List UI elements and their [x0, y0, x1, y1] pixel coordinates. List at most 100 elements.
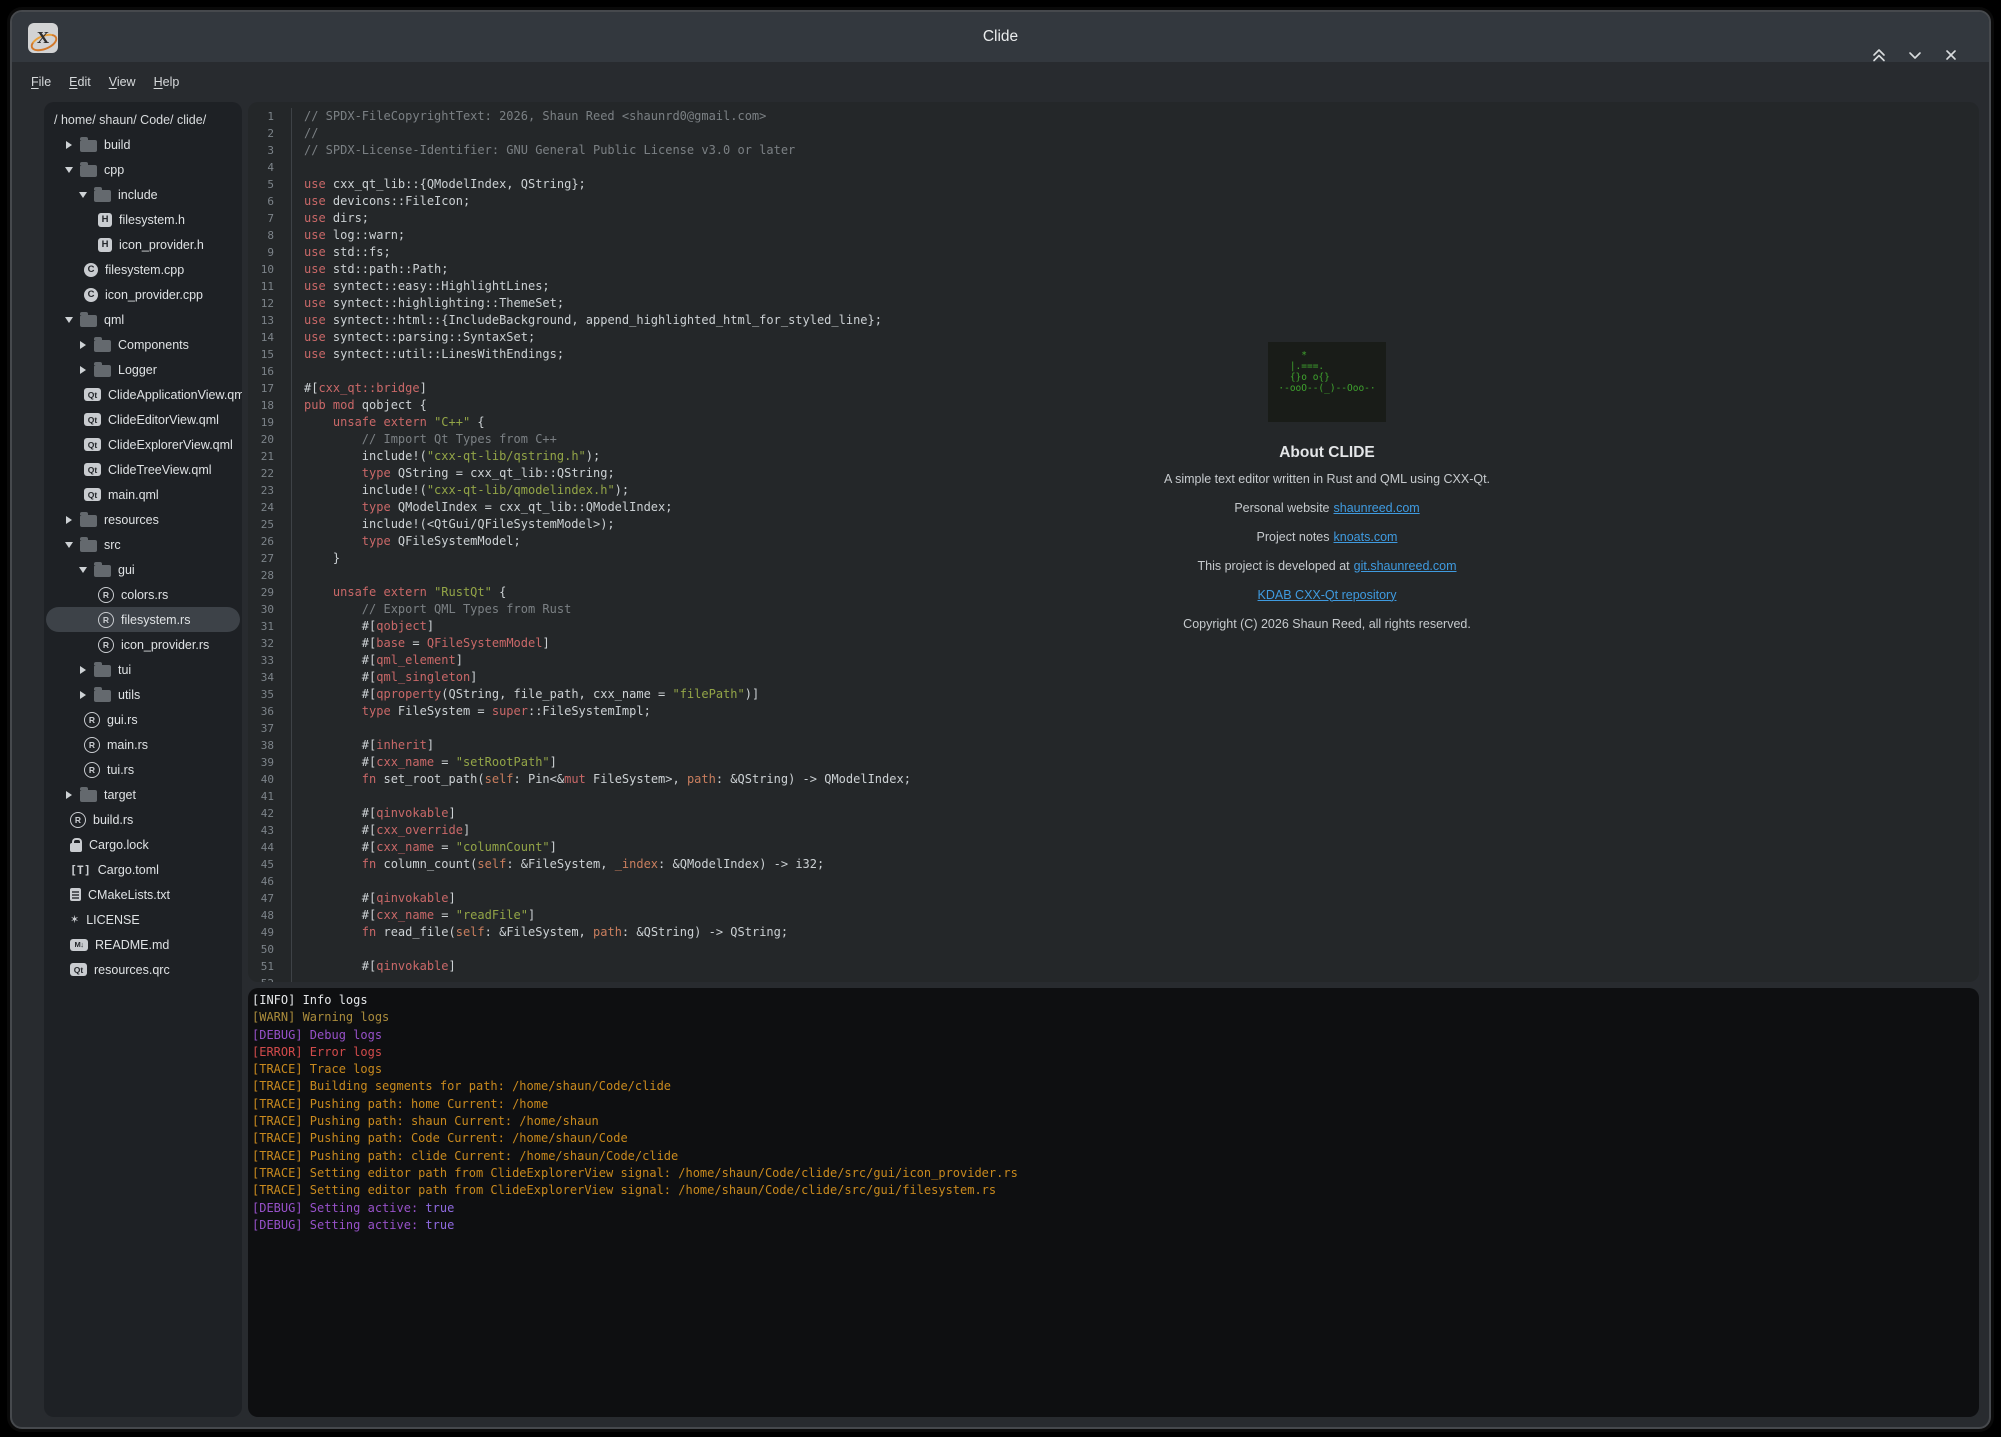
tree-item-resources[interactable]: resources — [46, 507, 240, 532]
tree-item-main-qml[interactable]: Qtmain.qml — [46, 482, 240, 507]
log-line-0: [INFO] Info logs — [252, 992, 1979, 1009]
tree-item-filesystem-cpp[interactable]: Cfilesystem.cpp — [46, 257, 240, 282]
code-line-text: #[qinvokable] — [291, 805, 1979, 822]
tree-item-qml[interactable]: qml — [46, 307, 240, 332]
menu-help[interactable]: Help — [145, 71, 189, 93]
tree-item-filesystem-h[interactable]: Hfilesystem.h — [46, 207, 240, 232]
chevron-collapsed-icon[interactable] — [62, 141, 76, 149]
code-line-22: 22 type QString = cxx_qt_lib::QString; — [248, 465, 1979, 482]
code-line-26: 26 type QFileSystemModel; — [248, 533, 1979, 550]
code-line-text — [291, 159, 1979, 176]
line-number: 4 — [248, 159, 274, 176]
chevron-expanded-icon[interactable] — [62, 167, 76, 173]
chevron-collapsed-icon[interactable] — [76, 366, 90, 374]
tree-item-logger[interactable]: Logger — [46, 357, 240, 382]
tree-item-gui-rs[interactable]: Rgui.rs — [46, 707, 240, 732]
code-line-21: 21 include!("cxx-qt-lib/qstring.h"); — [248, 448, 1979, 465]
line-number: 31 — [248, 618, 274, 635]
line-number: 5 — [248, 176, 274, 193]
log-output-panel[interactable]: [INFO] Info logs[WARN] Warning logs[DEBU… — [248, 988, 1979, 1417]
tree-item-clideexplorerview-qml[interactable]: QtClideExplorerView.qml — [46, 432, 240, 457]
tree-item-filesystem-rs[interactable]: Rfilesystem.rs — [46, 607, 240, 632]
about-link-knoats-com[interactable]: knoats.com — [1334, 530, 1398, 544]
tree-item-icon-provider-cpp[interactable]: Cicon_provider.cpp — [46, 282, 240, 307]
tree-item-src[interactable]: src — [46, 532, 240, 557]
chevron-expanded-icon[interactable] — [76, 567, 90, 573]
tree-item-icon-provider-h[interactable]: Hicon_provider.h — [46, 232, 240, 257]
about-text: Copyright (C) 2026 Shaun Reed, all right… — [1183, 617, 1471, 631]
tree-item-label: tui.rs — [107, 763, 134, 777]
tree-item-cargo-toml[interactable]: [T]Cargo.toml — [46, 857, 240, 882]
menu-edit[interactable]: Edit — [60, 71, 100, 93]
line-number: 35 — [248, 686, 274, 703]
chevron-expanded-icon[interactable] — [62, 317, 76, 323]
tree-item-colors-rs[interactable]: Rcolors.rs — [46, 582, 240, 607]
tree-item-icon-provider-rs[interactable]: Ricon_provider.rs — [46, 632, 240, 657]
tree-item-target[interactable]: target — [46, 782, 240, 807]
about-link-git-shaunreed-com[interactable]: git.shaunreed.com — [1354, 559, 1457, 573]
tree-item-label: utils — [118, 688, 140, 702]
code-line-text: // SPDX-License-Identifier: GNU General … — [291, 142, 1979, 159]
code-line-text — [291, 363, 1979, 380]
menu-file[interactable]: File — [22, 71, 60, 93]
code-line-text: use syntect::easy::HighlightLines; — [291, 278, 1979, 295]
chevron-collapsed-icon[interactable] — [76, 341, 90, 349]
code-line-text: fn column_count(self: &FileSystem, _inde… — [291, 856, 1979, 873]
chevron-collapsed-icon[interactable] — [76, 666, 90, 674]
log-line-12: [DEBUG] Setting active: true — [252, 1200, 1979, 1217]
about-link-shaunreed-com[interactable]: shaunreed.com — [1334, 501, 1420, 515]
cpp-file-icon: C — [84, 263, 98, 277]
line-number: 38 — [248, 737, 274, 754]
tree-item-utils[interactable]: utils — [46, 682, 240, 707]
about-text: Personal website — [1234, 501, 1329, 515]
code-line-19: 19 unsafe extern "C++" { — [248, 414, 1979, 431]
tree-item-cpp[interactable]: cpp — [46, 157, 240, 182]
tree-item-label: qml — [104, 313, 124, 327]
tree-item-clidetreeview-qml[interactable]: QtClideTreeView.qml — [46, 457, 240, 482]
chevron-expanded-icon[interactable] — [62, 542, 76, 548]
tree-item-clideapplicationview-qml[interactable]: QtClideApplicationView.qml — [46, 382, 240, 407]
line-number: 13 — [248, 312, 274, 329]
code-line-9: 9use std::fs; — [248, 244, 1979, 261]
tree-item-gui[interactable]: gui — [46, 557, 240, 582]
tree-root-path: / home/ shaun/ Code/ clide/ — [44, 107, 242, 132]
menu-view[interactable]: View — [100, 71, 145, 93]
tree-item-resources-qrc[interactable]: Qtresources.qrc — [46, 957, 240, 982]
tree-item-tui[interactable]: tui — [46, 657, 240, 682]
tree-item-clideeditorview-qml[interactable]: QtClideEditorView.qml — [46, 407, 240, 432]
tree-item-readme-md[interactable]: M↓README.md — [46, 932, 240, 957]
tree-item-label: README.md — [95, 938, 169, 952]
code-line-3: 3// SPDX-License-Identifier: GNU General… — [248, 142, 1979, 159]
code-line-27: 27 } — [248, 550, 1979, 567]
tree-item-tui-rs[interactable]: Rtui.rs — [46, 757, 240, 782]
tree-item-build[interactable]: build — [46, 132, 240, 157]
about-panel: * |.===. {}o o{} ·-ooO--(_)--Ooo-· About… — [1147, 342, 1507, 638]
chevron-collapsed-icon[interactable] — [62, 791, 76, 799]
chevron-expanded-icon[interactable] — [76, 192, 90, 198]
code-line-text: type QModelIndex = cxx_qt_lib::QModelInd… — [291, 499, 1979, 516]
tree-item-include[interactable]: include — [46, 182, 240, 207]
code-line-10: 10use std::path::Path; — [248, 261, 1979, 278]
tree-item-main-rs[interactable]: Rmain.rs — [46, 732, 240, 757]
code-line-39: 39 #[cxx_name = "setRootPath"] — [248, 754, 1979, 771]
tree-item-cmakelists-txt[interactable]: CMakeLists.txt — [46, 882, 240, 907]
app-window: X Clide FileEditViewHelp / home/ shaun/ … — [10, 10, 1991, 1429]
folder-icon — [80, 538, 97, 552]
tree-item-label: ClideApplicationView.qml — [108, 388, 242, 402]
tree-item-label: filesystem.h — [119, 213, 185, 227]
tree-item-label: ClideTreeView.qml — [108, 463, 212, 477]
code-line-text: #[cxx_qt::bridge] — [291, 380, 1979, 397]
tree-item-cargo-lock[interactable]: Cargo.lock — [46, 832, 240, 857]
tree-item-build-rs[interactable]: Rbuild.rs — [46, 807, 240, 832]
code-line-text: #[inherit] — [291, 737, 1979, 754]
code-editor-panel[interactable]: 1// SPDX-FileCopyrightText: 2026, Shaun … — [248, 102, 1979, 982]
line-number: 20 — [248, 431, 274, 448]
chevron-collapsed-icon[interactable] — [62, 516, 76, 524]
chevron-collapsed-icon[interactable] — [76, 691, 90, 699]
log-lines: [INFO] Info logs[WARN] Warning logs[DEBU… — [248, 988, 1979, 1234]
tree-item-label: build.rs — [93, 813, 133, 827]
code-line-47: 47 #[qinvokable] — [248, 890, 1979, 907]
tree-item-components[interactable]: Components — [46, 332, 240, 357]
tree-item-license[interactable]: ✶LICENSE — [46, 907, 240, 932]
about-link-kdab-cxx-qt-repository[interactable]: KDAB CXX-Qt repository — [1258, 588, 1397, 602]
